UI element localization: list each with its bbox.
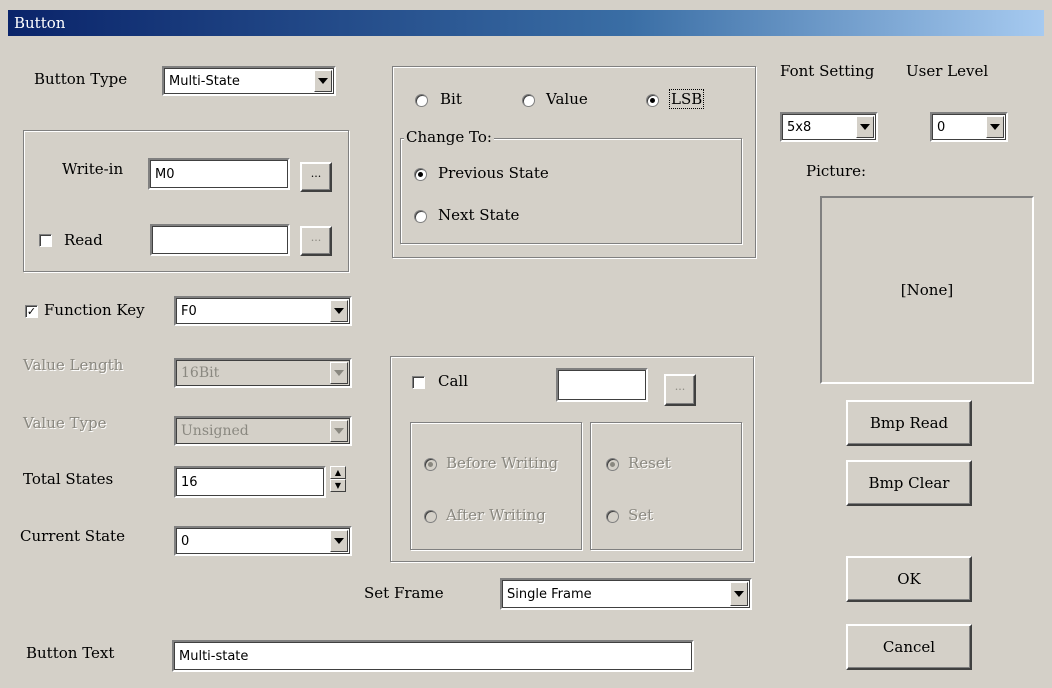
after-writing-radio[interactable]: [424, 510, 437, 523]
chevron-down-icon[interactable]: [730, 582, 748, 606]
total-states-value: 16: [181, 474, 198, 490]
set-frame-label: Set Frame: [364, 584, 444, 602]
total-states-spinner[interactable]: ▲ ▼: [330, 466, 346, 492]
write-in-browse-button[interactable]: ...: [300, 162, 332, 192]
chevron-down-icon[interactable]: [314, 70, 332, 92]
window-title: Button: [14, 14, 66, 32]
button-type-value: Multi-State: [169, 73, 240, 89]
button-text-input[interactable]: Multi-state: [172, 640, 694, 672]
change-to-label: Change To:: [404, 128, 494, 146]
current-state-select[interactable]: 0: [174, 526, 352, 556]
before-writing-radio[interactable]: [424, 458, 437, 471]
value-type-label: Value Type: [23, 414, 107, 432]
next-state-radio[interactable]: [414, 210, 427, 223]
read-checkbox[interactable]: [39, 234, 52, 247]
function-key-value: F0: [181, 303, 197, 319]
button-type-label: Button Type: [34, 70, 128, 88]
bmp-clear-button[interactable]: Bmp Clear: [846, 460, 972, 506]
chevron-down-icon[interactable]: [986, 116, 1004, 138]
chevron-down-icon[interactable]: [856, 116, 874, 138]
bit-label: Bit: [440, 90, 462, 108]
bmp-read-label: Bmp Read: [869, 414, 949, 432]
write-in-label: Write-in: [62, 160, 124, 178]
value-length-label: Value Length: [23, 356, 124, 374]
button-type-select[interactable]: Multi-State: [162, 66, 336, 96]
call-browse-button[interactable]: ...: [664, 374, 696, 406]
current-state-value: 0: [181, 533, 190, 549]
font-setting-label: Font Setting: [780, 62, 875, 80]
chevron-down-icon[interactable]: [330, 362, 348, 384]
chevron-down-icon[interactable]: [330, 420, 348, 442]
reset-label: Reset: [628, 454, 671, 472]
value-type-value: Unsigned: [181, 423, 249, 439]
button-text-value: Multi-state: [179, 648, 249, 664]
cancel-label: Cancel: [882, 638, 936, 656]
set-label: Set: [628, 506, 654, 524]
set-frame-select[interactable]: Single Frame: [500, 578, 752, 610]
call-input[interactable]: [556, 368, 648, 402]
next-state-label: Next State: [438, 206, 520, 224]
before-writing-label: Before Writing: [446, 454, 559, 472]
write-in-input[interactable]: M0: [148, 158, 290, 190]
previous-state-label: Previous State: [438, 164, 549, 182]
ok-button[interactable]: OK: [846, 556, 972, 602]
function-key-select[interactable]: F0: [174, 296, 352, 326]
ok-label: OK: [897, 570, 921, 588]
lsb-label: LSB: [668, 89, 705, 109]
spin-up-icon[interactable]: ▲: [330, 466, 346, 479]
button-text-label: Button Text: [26, 644, 115, 662]
spin-down-icon[interactable]: ▼: [330, 479, 346, 492]
user-level-value: 0: [937, 119, 946, 135]
reset-radio[interactable]: [606, 458, 619, 471]
font-setting-value: 5x8: [787, 119, 812, 135]
reset-set-group: [590, 422, 742, 550]
set-frame-value: Single Frame: [507, 586, 592, 602]
current-state-label: Current State: [20, 527, 125, 545]
bmp-clear-label: Bmp Clear: [868, 474, 950, 492]
total-states-input[interactable]: 16: [174, 466, 326, 498]
function-key-checkbox[interactable]: ✓: [25, 305, 38, 318]
chevron-down-icon[interactable]: [330, 530, 348, 552]
cancel-button[interactable]: Cancel: [846, 624, 972, 670]
value-label: Value: [546, 90, 588, 108]
previous-state-radio[interactable]: [414, 168, 427, 181]
value-type-select[interactable]: Unsigned: [174, 416, 352, 446]
call-label: Call: [438, 372, 469, 390]
ellipsis-icon: ...: [310, 231, 322, 244]
ellipsis-icon: ...: [310, 167, 322, 180]
read-browse-button[interactable]: ...: [300, 226, 332, 256]
change-to-group: [400, 138, 742, 244]
picture-label: Picture:: [806, 162, 867, 180]
set-radio[interactable]: [606, 510, 619, 523]
font-setting-select[interactable]: 5x8: [780, 112, 878, 142]
call-checkbox[interactable]: [412, 376, 425, 389]
lsb-radio[interactable]: [646, 94, 659, 107]
value-radio[interactable]: [522, 94, 535, 107]
picture-preview: [None]: [820, 196, 1034, 384]
bmp-read-button[interactable]: Bmp Read: [846, 400, 972, 446]
read-input[interactable]: [150, 224, 290, 256]
user-level-select[interactable]: 0: [930, 112, 1008, 142]
ellipsis-icon: ...: [674, 380, 686, 393]
value-length-value: 16Bit: [181, 365, 220, 381]
total-states-label: Total States: [23, 470, 114, 488]
after-writing-label: After Writing: [446, 506, 546, 524]
value-length-select[interactable]: 16Bit: [174, 358, 352, 388]
write-in-value: M0: [155, 166, 175, 182]
chevron-down-icon[interactable]: [330, 300, 348, 322]
function-key-label: Function Key: [44, 301, 145, 319]
read-label: Read: [64, 231, 103, 249]
picture-value: [None]: [900, 281, 954, 299]
window-title-bar[interactable]: Button: [8, 10, 1044, 36]
write-timing-group: [410, 422, 582, 550]
bit-radio[interactable]: [415, 94, 428, 107]
user-level-label: User Level: [906, 62, 989, 80]
